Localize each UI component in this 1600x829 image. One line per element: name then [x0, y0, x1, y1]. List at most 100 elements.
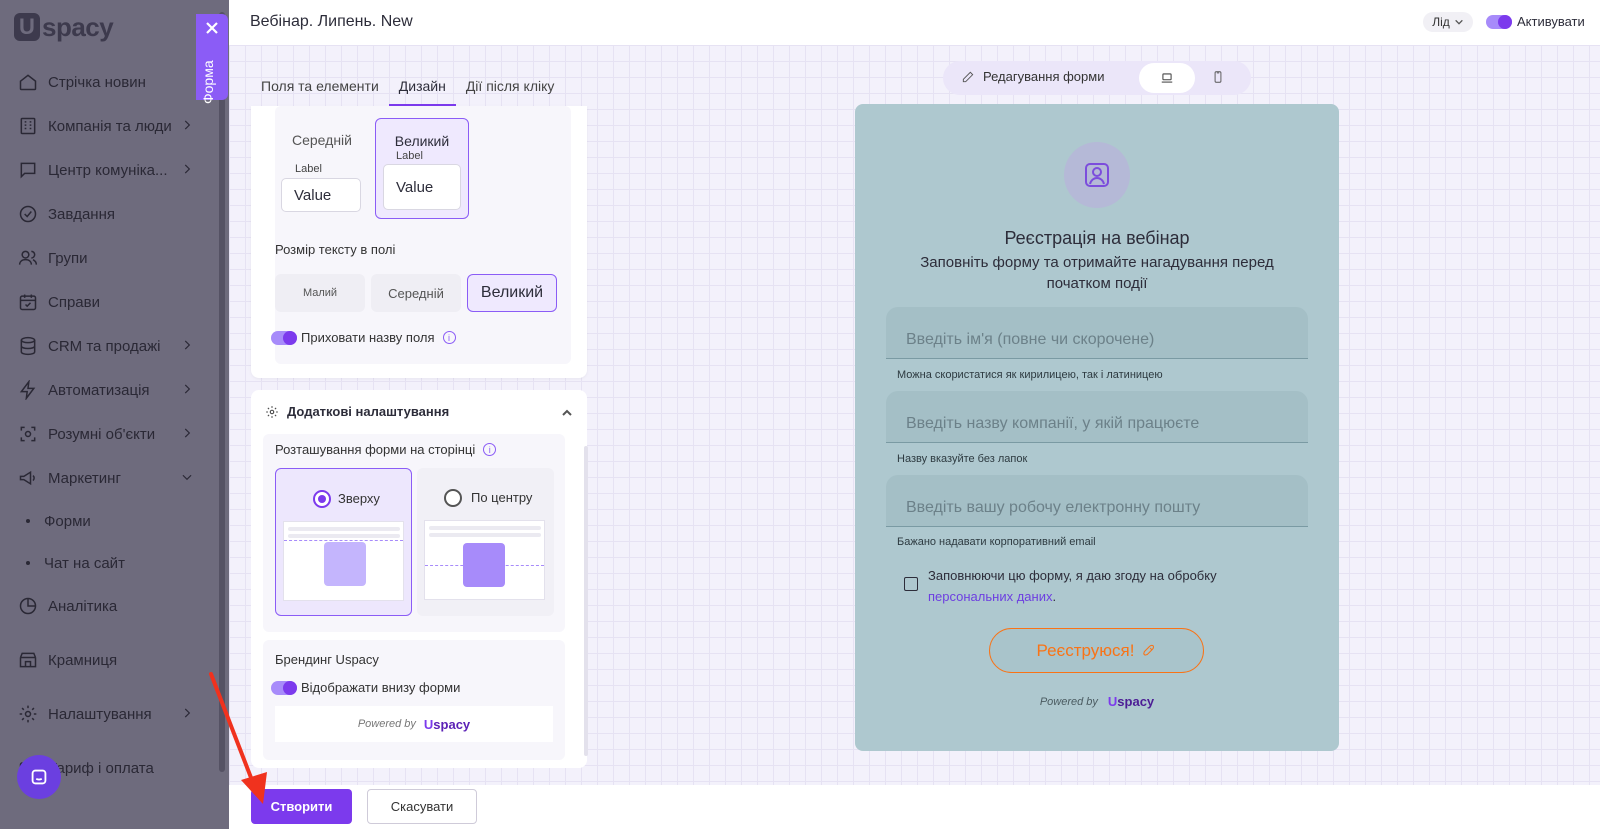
field-size-large[interactable]: Великий Label Value: [375, 118, 469, 219]
hide-field-name-toggle[interactable]: [271, 330, 297, 345]
sidebar-item-automation[interactable]: Автоматизація: [0, 368, 222, 412]
close-icon[interactable]: [204, 20, 220, 36]
additional-settings-header[interactable]: Додаткові налаштування: [265, 404, 449, 419]
tab-fields[interactable]: Поля та елементи: [251, 70, 389, 106]
desktop-view-button[interactable]: [1139, 63, 1195, 93]
preview-form-block: [463, 543, 505, 587]
chevron-right-icon: [180, 338, 194, 352]
sidebar-item-label: Стрічка новин: [48, 73, 146, 91]
text-size-small[interactable]: Малий: [275, 274, 365, 312]
company-icon: [18, 116, 38, 136]
position-top-option[interactable]: Зверху: [275, 468, 412, 616]
bullet-dot: [26, 561, 30, 565]
preview-line: [288, 527, 400, 531]
sidebar-item-activities[interactable]: Справи: [0, 280, 222, 324]
activate-toggle-row[interactable]: Активувати: [1486, 14, 1585, 29]
home-icon: [18, 72, 38, 92]
sidebar-item-communication[interactable]: Центр комуніка...: [0, 148, 222, 192]
personal-data-link[interactable]: персональних даних: [928, 589, 1052, 604]
sidebar-item-store[interactable]: Крамниця: [0, 638, 222, 682]
sidebar-item-smart-objects[interactable]: Розумні об'єкти: [0, 412, 222, 456]
entity-type-select[interactable]: Лід: [1423, 12, 1473, 32]
tab-after-click[interactable]: Дії після кліку: [456, 70, 565, 106]
sidebar-item-news[interactable]: Стрічка новин: [0, 60, 222, 104]
register-label: Реєструюся!: [1036, 640, 1135, 660]
sidebar-item-label: Автоматизація: [48, 381, 150, 399]
text-size-large[interactable]: Великий: [467, 274, 557, 312]
settings-scrollbar[interactable]: [584, 446, 588, 756]
name-hint: Можна скористатися як кирилицею, так і л…: [897, 369, 1163, 381]
support-chat-button[interactable]: [17, 755, 61, 799]
phone-icon: [1214, 71, 1222, 83]
uspacy-logo[interactable]: U spacy: [14, 12, 114, 42]
sidebar-item-groups[interactable]: Групи: [0, 236, 222, 280]
hide-field-name-row[interactable]: Приховати назву поля i: [271, 330, 456, 345]
edit-form-button[interactable]: Редагування форми: [961, 69, 1104, 84]
email-input[interactable]: Введіть вашу робочу електронну пошту: [886, 475, 1308, 527]
hide-field-name-label: Приховати назву поля: [301, 330, 435, 345]
form-preview: Реєстрація на вебінар Заповніть форму та…: [855, 104, 1339, 751]
consent-label: Заповнюючи цю форму, я даю згоду на обро…: [928, 568, 1217, 583]
uspacy-logo-mini: Uspacy: [423, 716, 471, 732]
sidebar-subitem-label: Форми: [44, 512, 91, 530]
tab-design[interactable]: Дизайн: [388, 70, 456, 106]
form-position-title: Розташування форми на сторінці: [275, 442, 476, 457]
sidebar-item-label: Справи: [48, 293, 100, 311]
form-position-title-row: Розташування форми на сторінці i: [275, 442, 497, 457]
create-button[interactable]: Створити: [251, 789, 352, 824]
mobile-view-button[interactable]: [1211, 70, 1225, 89]
chevron-right-icon: [180, 706, 194, 720]
field-size-medium[interactable]: Середній Label Value: [275, 118, 369, 219]
sidebar-item-label: Розумні об'єкти: [48, 425, 156, 443]
field-design-card: Середній Label Value Великий Label Value…: [251, 106, 587, 378]
sidebar-nav: Стрічка новин Компанія та люди Центр ком…: [0, 60, 222, 790]
text-size-medium[interactable]: Середній: [371, 274, 461, 312]
register-button[interactable]: Реєструюся!: [989, 628, 1204, 673]
position-center-label: По центру: [471, 490, 533, 505]
info-icon[interactable]: i: [442, 331, 456, 344]
preview-line: [429, 526, 541, 530]
chevron-up-icon[interactable]: [561, 406, 573, 418]
position-center-preview: [424, 520, 545, 600]
sidebar-item-marketing[interactable]: Маркетинг: [0, 456, 222, 500]
powered-by-text: Powered by: [1039, 695, 1098, 708]
position-top-radio[interactable]: [313, 490, 331, 508]
chevron-right-icon: [180, 426, 194, 440]
sidebar-item-label: Налаштування: [48, 705, 152, 723]
chevron-down-icon: [180, 470, 194, 484]
sidebar-item-analytics[interactable]: Аналітика: [0, 584, 222, 628]
position-center-option[interactable]: По центру: [417, 468, 554, 616]
consent-checkbox[interactable]: [904, 577, 918, 591]
sidebar-item-label: Центр комуніка...: [48, 161, 168, 179]
sidebar-item-tasks[interactable]: Завдання: [0, 192, 222, 236]
sidebar-item-crm[interactable]: CRM та продажі: [0, 324, 222, 368]
preview-form-block: [324, 542, 366, 586]
sidebar-item-company[interactable]: Компанія та люди: [0, 104, 222, 148]
position-top-preview: [283, 521, 404, 601]
sidebar-item-label: Крамниця: [48, 651, 118, 669]
additional-settings-title: Додаткові налаштування: [287, 404, 450, 419]
megaphone-icon: [18, 468, 38, 488]
sidebar-scrollbar[interactable]: [219, 12, 225, 772]
company-input[interactable]: Введіть назву компанії, у якій працюєте: [886, 391, 1308, 443]
chat-icon: [18, 160, 38, 180]
cancel-button[interactable]: Скасувати: [367, 789, 477, 824]
email-hint: Бажано надавати корпоративний email: [897, 536, 1096, 548]
name-input[interactable]: Введіть ім'я (повне чи скорочене): [886, 307, 1308, 359]
branding-toggle-row[interactable]: Відображати внизу форми: [271, 680, 460, 695]
sidebar-subitem-site-chat[interactable]: Чат на сайт: [0, 542, 222, 584]
page-title[interactable]: Вебінар. Липень. New: [250, 13, 413, 31]
form-subtitle: Заповніть форму та отримайте нагадування…: [920, 254, 1274, 292]
position-center-radio[interactable]: [444, 489, 462, 507]
calendar-icon: [18, 292, 38, 312]
activate-toggle[interactable]: [1486, 14, 1512, 29]
check-circle-icon: [18, 204, 38, 224]
info-icon[interactable]: i: [483, 443, 497, 456]
form-drawer-tab[interactable]: Форма: [196, 14, 228, 104]
sidebar-subitem-label: Чат на сайт: [44, 554, 125, 572]
mini-field-value: Value: [281, 178, 361, 212]
mini-field-label: Label: [396, 150, 423, 162]
sidebar-subitem-forms[interactable]: Форми: [0, 500, 222, 542]
sidebar-item-settings[interactable]: Налаштування: [0, 692, 222, 736]
branding-toggle[interactable]: [271, 680, 297, 695]
